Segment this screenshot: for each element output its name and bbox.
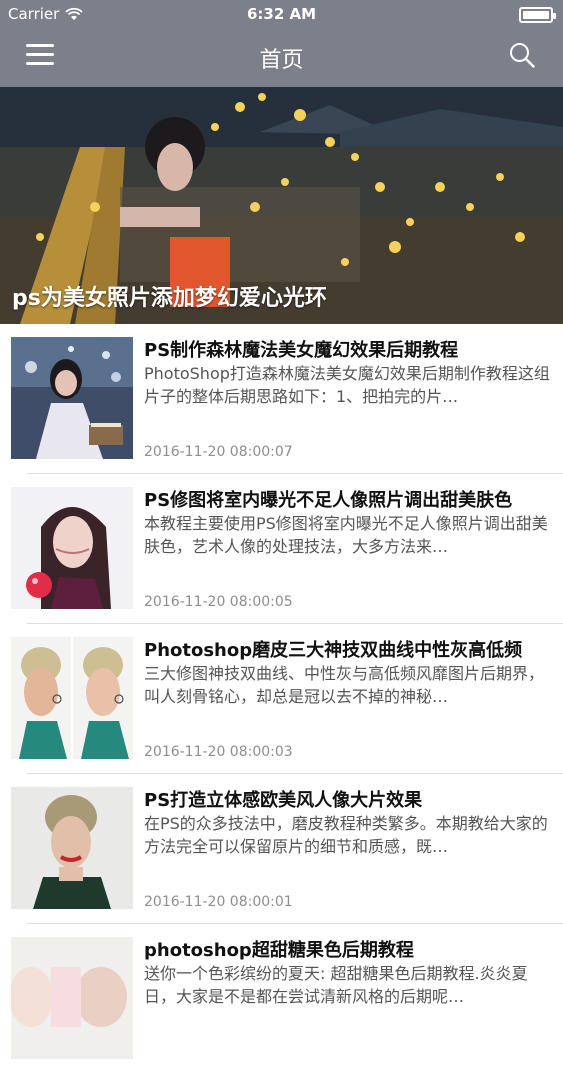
status-time: 6:32 AM (246, 5, 317, 23)
article-title: PS修图将室内曝光不足人像照片调出甜美肤色 (144, 490, 513, 511)
featured-banner[interactable]: ps为美女照片添加梦幻爱心光环 (0, 87, 563, 324)
article-thumbnail (11, 637, 133, 759)
navigation-bar: 首页 (0, 30, 563, 87)
article-date: 2016-11-20 08:00:05 (144, 594, 293, 610)
list-item[interactable]: PS制作森林魔法美女魔幻效果后期教程 PhotoShop打造森林魔法美女魔幻效果… (0, 324, 563, 474)
banner-caption: ps为美女照片添加梦幻爱心光环 (12, 286, 327, 311)
article-summary: PhotoShop打造森林魔法美女魔幻效果后期制作教程这组片子的整体后期思路如下… (144, 364, 550, 406)
article-title: photoshop超甜糖果色后期教程 (144, 940, 414, 961)
article-date: 2016-11-20 08:00:07 (144, 444, 293, 460)
status-bar: Carrier 6:32 AM (0, 0, 563, 30)
article-title: Photoshop磨皮三大神技双曲线中性灰高低频 (144, 640, 523, 661)
article-title: PS打造立体感欧美风人像大片效果 (144, 790, 423, 811)
article-date: 2016-11-20 08:00:03 (144, 744, 293, 760)
article-date: 2016-11-20 08:00:01 (144, 894, 293, 910)
list-item[interactable]: PS打造立体感欧美风人像大片效果 在PS的众多技法中，磨皮教程种类繁多。本期教给… (0, 774, 563, 924)
page-title: 首页 (259, 48, 304, 73)
battery-icon (519, 7, 556, 23)
article-thumbnail (11, 337, 133, 459)
article-title: PS制作森林魔法美女魔幻效果后期教程 (144, 340, 459, 361)
top-bar: Carrier 6:32 AM 首页 (0, 0, 563, 87)
list-item[interactable]: PS修图将室内曝光不足人像照片调出甜美肤色 本教程主要使用PS修图将室内曝光不足… (0, 474, 563, 624)
list-item[interactable]: photoshop超甜糖果色后期教程 送你一个色彩缤纷的夏天: 超甜糖果色后期教… (0, 924, 563, 1074)
article-thumbnail (11, 787, 133, 909)
article-summary: 在PS的众多技法中，磨皮教程种类繁多。本期教给大家的方法完全可以保留原片的细节和… (144, 814, 548, 856)
article-summary: 三大修图神技双曲线、中性灰与高低频风靡图片后期界，叫人刻骨铭心，却总是冠以去不掉… (144, 664, 545, 706)
article-thumbnail (11, 487, 133, 609)
list-item[interactable]: Photoshop磨皮三大神技双曲线中性灰高低频 三大修图神技双曲线、中性灰与高… (0, 624, 563, 774)
search-icon[interactable] (509, 42, 535, 68)
article-thumbnail (11, 937, 133, 1059)
article-summary: 送你一个色彩缤纷的夏天: 超甜糖果色后期教程.炎炎夏日，大家是不是都在尝试清新风… (144, 964, 528, 1006)
article-summary: 本教程主要使用PS修图将室内曝光不足人像照片调出甜美肤色，艺术人像的处理技法，大… (144, 514, 548, 556)
article-list: PS制作森林魔法美女魔幻效果后期教程 PhotoShop打造森林魔法美女魔幻效果… (0, 324, 563, 1074)
